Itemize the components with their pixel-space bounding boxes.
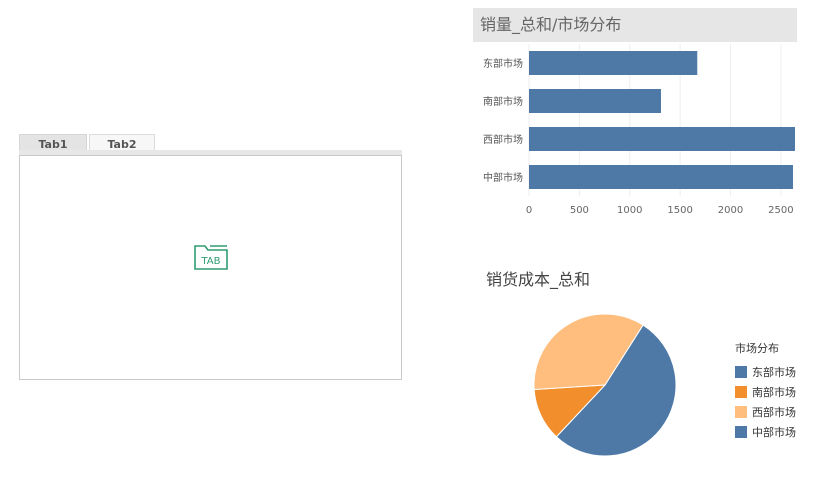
legend-label: 东部市场: [752, 366, 796, 379]
legend-label: 南部市场: [752, 386, 796, 399]
category-label: 西部市场: [483, 133, 523, 146]
x-tick-label: 500: [570, 205, 589, 216]
legend-label: 西部市场: [752, 406, 796, 419]
x-tick-label: 2500: [768, 205, 793, 216]
legend-swatch: [735, 386, 747, 398]
legend-item[interactable]: 中部市场: [735, 422, 796, 442]
bar-chart: 东部市场南部市场西部市场中部市场 0 500 1000 1500 2000 2500: [483, 44, 795, 216]
legend-item[interactable]: 东部市场: [735, 362, 796, 382]
tab-icon-label: TAB: [200, 256, 220, 267]
bar: [529, 165, 793, 189]
bar: [529, 127, 795, 151]
category-label: 中部市场: [483, 171, 523, 184]
category-label: 东部市场: [483, 57, 523, 70]
category-label: 南部市场: [483, 95, 523, 108]
legend-swatch: [735, 426, 747, 438]
tab-icon: TAB: [194, 245, 228, 270]
x-tick-label: 1000: [617, 205, 642, 216]
legend-item[interactable]: 西部市场: [735, 402, 796, 422]
x-tick-label: 0: [526, 205, 532, 216]
pie-legend: 市场分布 东部市场 南部市场 西部市场 中部市场: [735, 340, 796, 442]
legend-swatch: [735, 406, 747, 418]
legend-item[interactable]: 南部市场: [735, 382, 796, 402]
dashboard: Tab1 Tab2 TAB 销量_总和/市场分布 东部市场 南部市场 西部市场 中部市…: [0, 0, 823, 491]
bar: [529, 51, 698, 75]
tab-panel: TAB: [19, 155, 402, 380]
legend-title: 市场分布: [735, 342, 779, 355]
bar-chart-title: 销量_总和/市场分布: [473, 8, 797, 42]
pie-chart: [533, 313, 677, 457]
legend-swatch: [735, 366, 747, 378]
x-tick-label: 1500: [667, 205, 692, 216]
bar: [529, 89, 661, 113]
legend-label: 中部市场: [752, 426, 796, 439]
x-tick-label: 2000: [718, 205, 743, 216]
pie-chart-title: 销货成本_总和: [486, 270, 591, 289]
